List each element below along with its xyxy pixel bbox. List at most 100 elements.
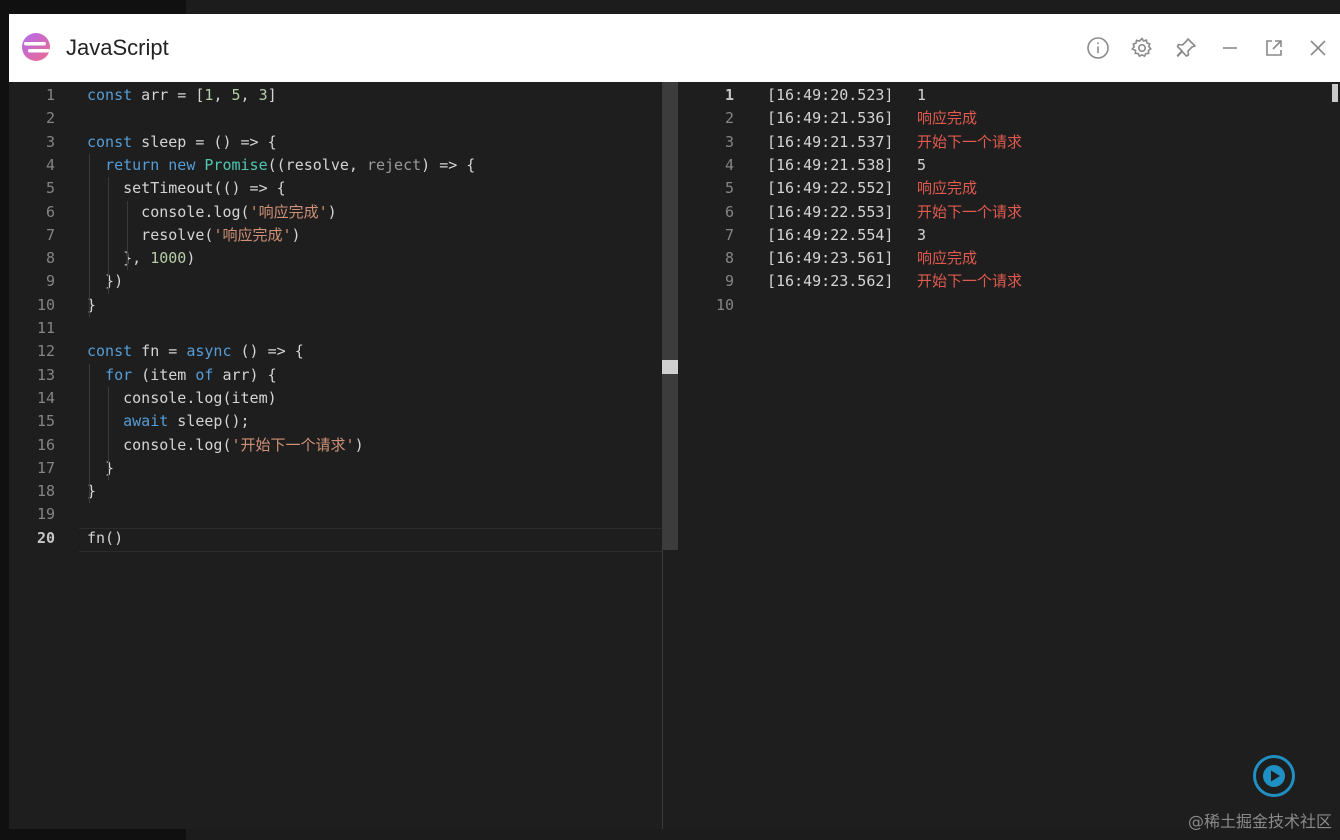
play-icon[interactable]	[1252, 754, 1296, 798]
gear-icon[interactable]	[1120, 26, 1164, 70]
code-line[interactable]: 20 fn()	[9, 527, 663, 550]
line-number: 15	[36, 412, 55, 431]
indent-guide	[89, 153, 90, 317]
line-number: 17	[36, 458, 55, 477]
line-number: 7	[45, 225, 55, 244]
code-token: of	[195, 365, 214, 384]
console-line-number: 6	[724, 202, 734, 221]
info-icon[interactable]	[1076, 26, 1120, 70]
line-number: 3	[45, 132, 55, 151]
indent-guide	[108, 177, 109, 294]
minimize-icon[interactable]	[1208, 26, 1252, 70]
code-line[interactable]: 12 const fn = async () => {	[9, 340, 663, 363]
console-line-number: 10	[715, 295, 734, 314]
line-number: 19	[36, 505, 55, 524]
code-token: })	[87, 272, 124, 291]
line-number: 2	[45, 109, 55, 128]
code-token: console.log(	[87, 202, 250, 221]
code-token: )	[354, 435, 364, 454]
code-token: 3	[258, 86, 268, 104]
indent-guide	[89, 363, 90, 504]
code-text: const sleep = () => {	[87, 131, 277, 154]
console-timestamp: [16:49:22.554]	[767, 225, 894, 244]
pane-splitter[interactable]	[662, 82, 678, 829]
console-timestamp: [16:49:20.523]	[767, 86, 894, 104]
code-token: },	[87, 249, 151, 268]
code-token: '开始下一个请求'	[231, 435, 355, 454]
console-value: 开始下一个请求	[917, 132, 1023, 151]
console-row: 1 [16:49:20.523] 1	[678, 84, 1340, 107]
line-number: 6	[45, 202, 55, 221]
code-line[interactable]: 1 const arr = [1, 5, 3]	[9, 84, 663, 107]
watermark: @稀土掘金技术社区	[1187, 812, 1332, 831]
code-token: ) => {	[421, 155, 476, 174]
line-number: 4	[45, 155, 55, 174]
code-line[interactable]: 10}	[9, 294, 663, 317]
code-token: '响应完成'	[249, 202, 328, 221]
line-number: 11	[36, 319, 55, 337]
code-line[interactable]: 4 return new Promise((resolve, reject) =…	[9, 154, 663, 177]
console-timestamp: [16:49:23.562]	[767, 272, 894, 291]
popout-icon[interactable]	[1252, 26, 1296, 70]
console-line-number: 4	[724, 155, 734, 174]
line-number: 16	[36, 435, 55, 454]
splitter-handle[interactable]	[662, 360, 678, 374]
console-value: 响应完成	[917, 109, 978, 128]
code-token: '响应完成'	[213, 225, 292, 244]
app-logo-icon	[22, 33, 50, 61]
editor-scrollbar-track[interactable]	[662, 82, 678, 550]
console-row: 7 [16:49:22.554] 3	[678, 224, 1340, 247]
console-value: 响应完成	[917, 179, 978, 198]
line-number: 14	[36, 388, 55, 407]
code-token: Promise	[204, 155, 268, 174]
console-row: 6 [16:49:22.553] 开始下一个请求	[678, 201, 1340, 224]
code-text: setTimeout(() => {	[87, 177, 286, 200]
code-text: console.log('响应完成')	[87, 201, 336, 224]
code-token: 1000	[150, 249, 187, 268]
close-icon[interactable]	[1296, 26, 1340, 70]
code-text: }, 1000)	[87, 247, 195, 270]
code-token: (item	[132, 365, 196, 384]
code-editor[interactable]: 1 const arr = [1, 5, 3] 2 3 const sleep = ()…	[9, 82, 663, 829]
console-row: 5 [16:49:22.552] 响应完成	[678, 177, 1340, 200]
line-number: 13	[36, 365, 55, 384]
code-line[interactable]: 11	[9, 317, 663, 340]
code-token: 5	[231, 86, 241, 104]
code-token: for	[105, 365, 133, 384]
code-line[interactable]: 3 const sleep = () => {	[9, 131, 663, 154]
console-line-number: 5	[724, 179, 734, 198]
code-line[interactable]: 13 for (item of arr) {	[9, 364, 663, 387]
code-line[interactable]: 19	[9, 503, 663, 526]
code-line[interactable]: 18}	[9, 480, 663, 503]
code-token: const	[87, 132, 133, 151]
indent-guide	[127, 200, 128, 271]
indent-guide	[108, 386, 109, 481]
code-token: ]	[267, 86, 277, 104]
console-value: 响应完成	[917, 249, 978, 268]
code-text: console.log(item)	[87, 387, 277, 410]
code-token: ,	[240, 86, 259, 104]
titlebar-actions	[1076, 14, 1340, 82]
line-number: 1	[45, 86, 55, 104]
console-timestamp: [16:49:22.553]	[767, 202, 894, 221]
code-text: return new Promise((resolve, reject) => …	[87, 154, 475, 177]
code-token: () => {	[231, 342, 304, 361]
code-token: }	[87, 458, 115, 477]
console-line-number: 1	[724, 86, 734, 104]
console-value: 3	[917, 225, 927, 244]
code-text: const fn = async () => {	[87, 340, 304, 363]
code-line[interactable]: 2	[9, 107, 663, 130]
pin-icon[interactable]	[1164, 26, 1208, 70]
line-number: 5	[45, 179, 55, 198]
line-number: 18	[36, 482, 55, 501]
line-number: 8	[45, 249, 55, 268]
line-number: 9	[45, 272, 55, 291]
console-row: 9 [16:49:23.562] 开始下一个请求	[678, 270, 1340, 293]
code-text: console.log('开始下一个请求')	[87, 434, 364, 457]
console-row: 4 [16:49:21.538] 5	[678, 154, 1340, 177]
console-value: 开始下一个请求	[917, 272, 1023, 291]
console-timestamp: [16:49:23.561]	[767, 249, 894, 268]
console-value: 5	[917, 155, 927, 174]
code-token: reject	[366, 155, 422, 174]
